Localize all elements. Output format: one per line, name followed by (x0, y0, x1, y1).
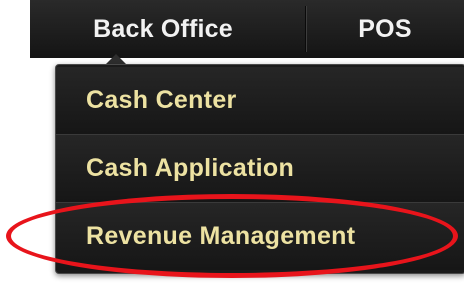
tab-divider (305, 6, 307, 52)
menu-item-cash-center[interactable]: Cash Center (56, 67, 464, 134)
tab-pos[interactable]: POS (336, 0, 434, 58)
screenshot-stage: Back Office POS Cash Center Cash Applica… (0, 0, 464, 284)
back-office-dropdown-menu: Cash Center Cash Application Revenue Man… (55, 64, 464, 274)
menu-item-cash-application[interactable]: Cash Application (56, 135, 464, 202)
menu-item-revenue-management[interactable]: Revenue Management (56, 203, 464, 270)
top-navigation-bar: Back Office POS (30, 0, 464, 58)
dropdown-pointer (106, 54, 126, 64)
tab-back-office[interactable]: Back Office (68, 0, 258, 58)
